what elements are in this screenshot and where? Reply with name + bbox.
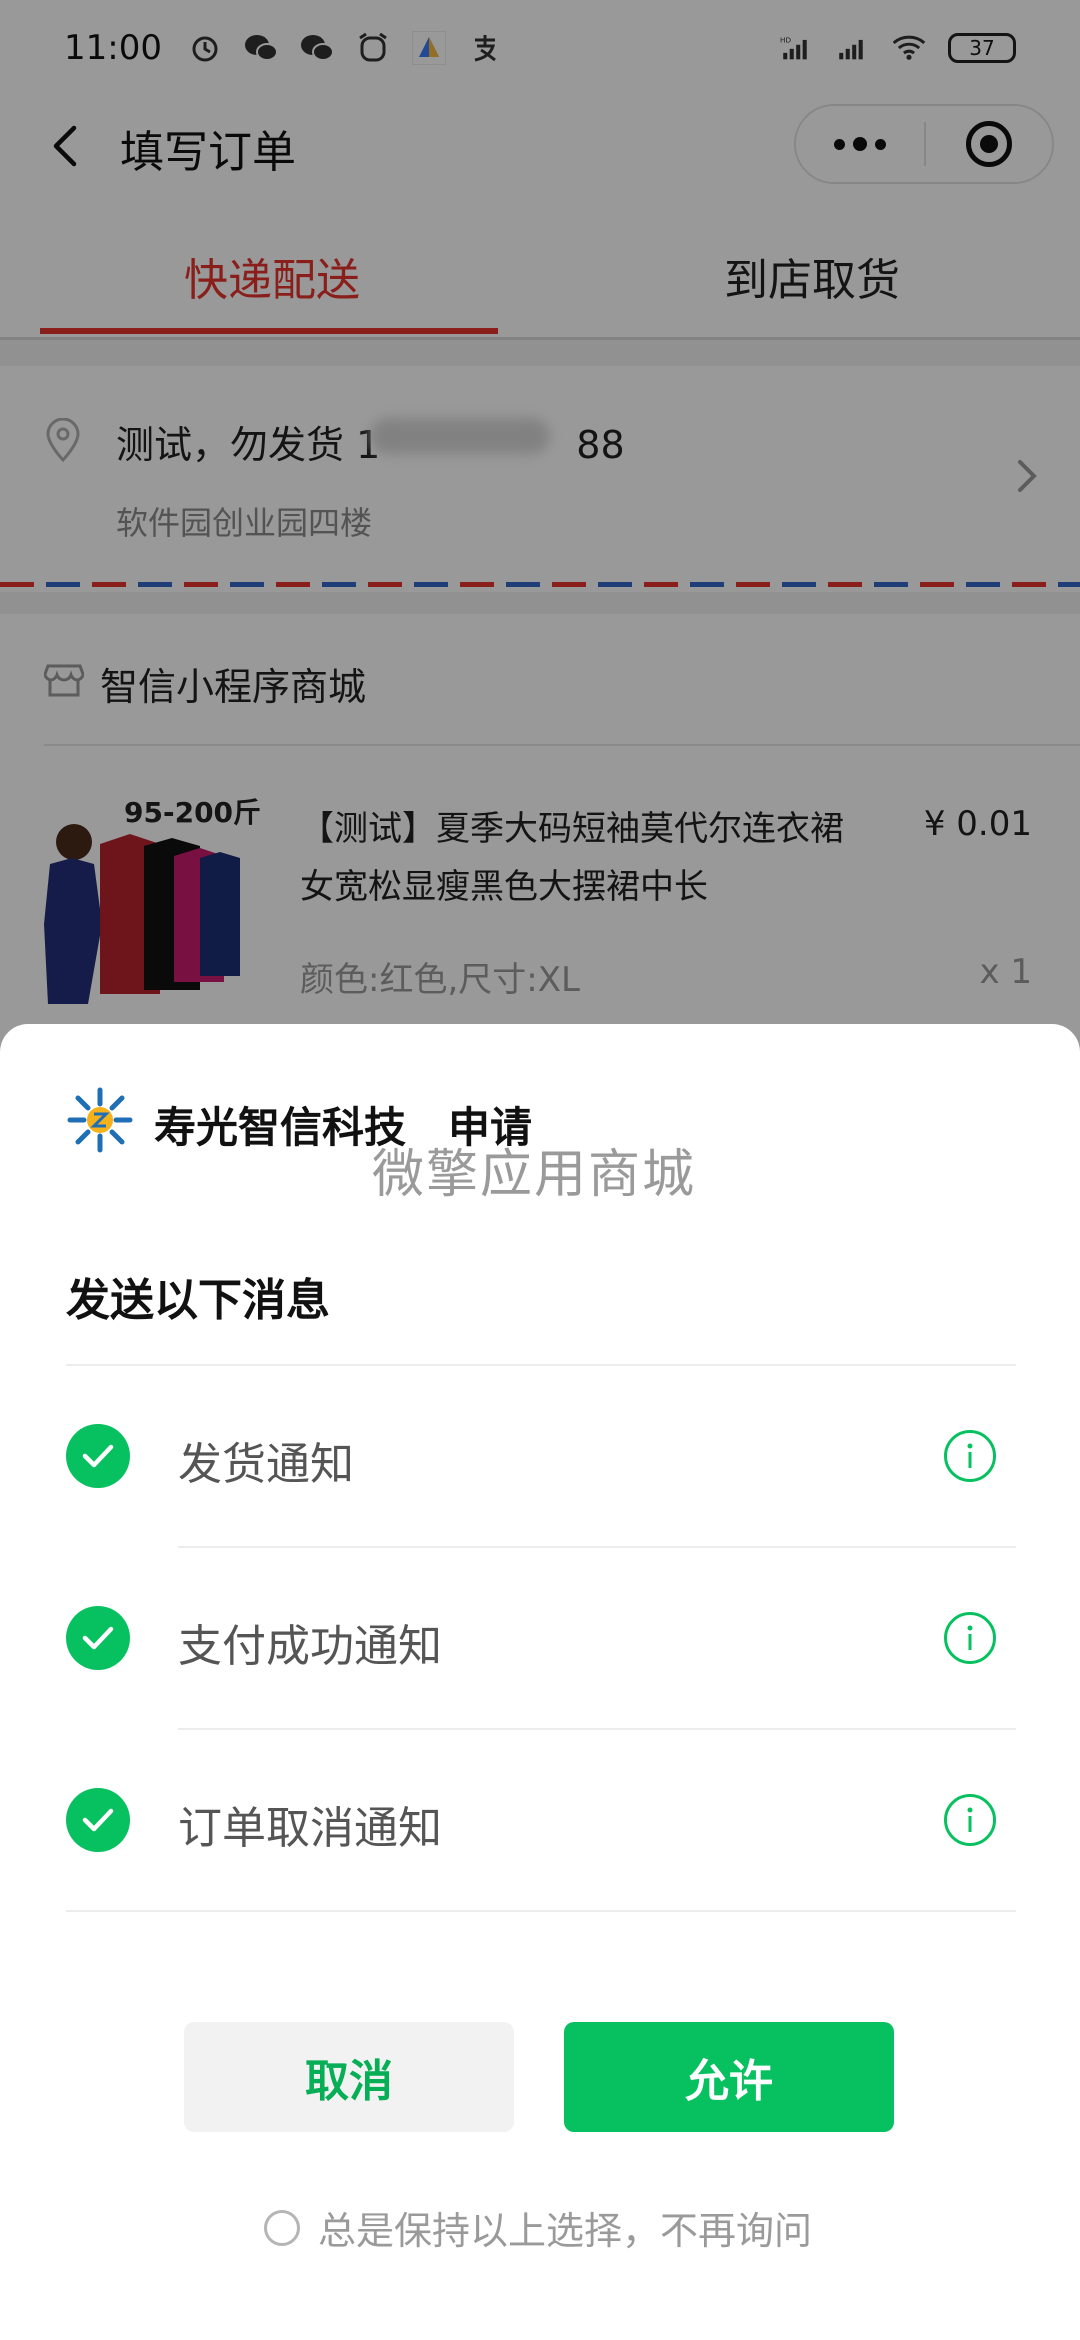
allow-button[interactable]: 允许 — [564, 2022, 894, 2132]
permission-item-shipping[interactable]: 发货通知 — [0, 1366, 1080, 1548]
permission-label: 发货通知 — [178, 1439, 354, 1490]
watermark: 微擎应用商城 — [372, 1145, 697, 1205]
cancel-button[interactable]: 取消 — [184, 2022, 514, 2132]
permission-label: 支付成功通知 — [178, 1621, 442, 1672]
info-icon[interactable] — [944, 1612, 996, 1664]
checkmark-icon[interactable] — [66, 1788, 130, 1852]
permission-item-cancel-order[interactable]: 订单取消通知 — [0, 1730, 1080, 1912]
permission-item-payment[interactable]: 支付成功通知 — [0, 1548, 1080, 1730]
remember-choice-option[interactable]: 总是保持以上选择，不再询问 — [264, 2200, 812, 2255]
item-divider — [66, 1910, 1016, 1912]
permission-label: 订单取消通知 — [178, 1803, 442, 1854]
order-page: 11:00 HD 37 填写订单 快递配送 到店取货 测试，勿发货 1 88 软… — [0, 0, 1080, 2340]
checkmark-icon[interactable] — [66, 1606, 130, 1670]
info-icon[interactable] — [944, 1430, 996, 1482]
app-logo — [66, 1086, 134, 1154]
app-name: 寿光智信科技 — [154, 1103, 407, 1152]
radio-button[interactable] — [264, 2209, 300, 2246]
sheet-heading: 发送以下消息 — [66, 1275, 330, 1326]
subscribe-message-sheet: 寿光智信科技 申请 微擎应用商城 发送以下消息 发货通知 支付成功通知 订单取消… — [0, 1024, 1080, 2340]
checkmark-icon[interactable] — [66, 1424, 130, 1488]
info-icon[interactable] — [944, 1794, 996, 1846]
remember-choice-label: 总是保持以上选择，不再询问 — [318, 2209, 813, 2253]
